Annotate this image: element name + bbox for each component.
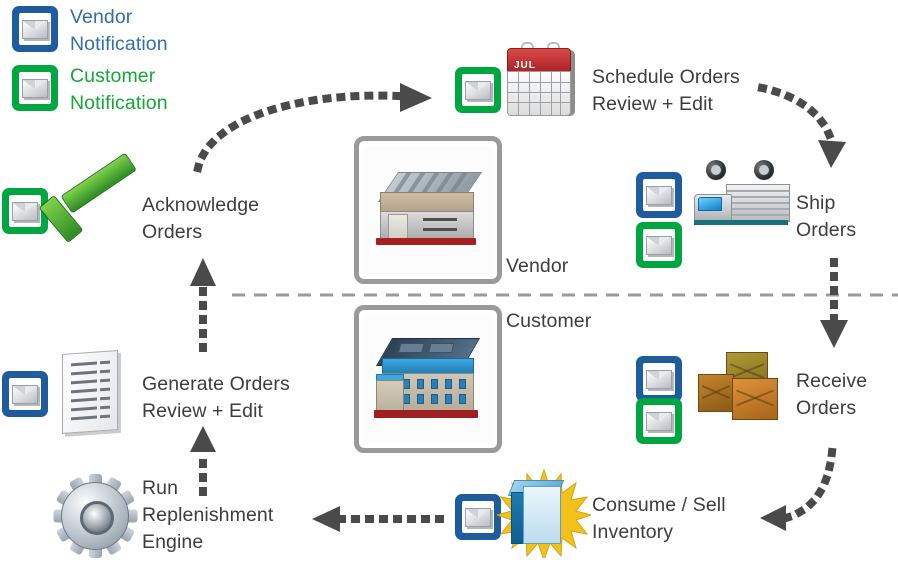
customer-facility-card xyxy=(354,305,502,453)
legend-item-vendor-notification xyxy=(12,6,58,52)
vendor-lane-label: Vendor xyxy=(506,255,569,277)
arrowhead-schedule-to-ship xyxy=(818,140,846,168)
envelope-icon xyxy=(22,78,48,98)
warehouse-icon xyxy=(374,170,483,250)
consume-inventory-blue-badge xyxy=(455,494,501,540)
envelope-icon xyxy=(646,369,672,389)
replenishment-cycle-diagram: Vendor Notification Customer Notificatio… xyxy=(0,0,898,572)
receive-orders-green-badge xyxy=(636,398,682,444)
legend-label-customer-notification: Customer Notification xyxy=(70,65,168,114)
generate-orders-blue-badge xyxy=(2,371,48,417)
replenishment-engine-label: Run Replenishment Engine xyxy=(142,477,274,553)
arrowhead-ship-to-receive xyxy=(820,320,848,348)
customer-lane-label: Customer xyxy=(506,310,592,332)
envelope-icon xyxy=(12,201,38,221)
envelope-icon xyxy=(646,185,672,205)
connector-schedule-to-ship xyxy=(757,83,836,145)
acknowledge-orders-label: Acknowledge Orders xyxy=(142,194,260,243)
arrowhead-replenishment-to-generate xyxy=(190,426,216,452)
office-building-icon xyxy=(374,336,482,422)
crate-right xyxy=(732,378,778,420)
vendor-notification-badge xyxy=(12,6,58,52)
envelope-icon xyxy=(22,19,48,39)
receive-orders-blue-badge xyxy=(636,356,682,402)
ship-orders-label: Ship Orders xyxy=(796,192,857,241)
consume-inventory-label: Consume / Sell Inventory xyxy=(592,494,726,543)
envelope-icon xyxy=(465,80,491,100)
legend-item-customer-notification xyxy=(12,65,58,111)
connector-receive-to-consume xyxy=(780,447,837,524)
arrowhead-generate-to-acknowledge xyxy=(190,258,216,286)
arrowhead-acknowledge-to-schedule xyxy=(400,83,432,112)
customer-notification-badge xyxy=(12,65,58,111)
schedule-orders-green-badge xyxy=(455,67,501,113)
schedule-orders-label: Schedule Orders Review + Edit xyxy=(592,66,740,115)
calendar-month-label: JUL xyxy=(514,60,536,71)
envelope-icon xyxy=(465,507,491,527)
legend-label-vendor-notification: Vendor Notification xyxy=(70,6,168,55)
envelope-icon xyxy=(12,384,38,404)
receive-orders-label: Receive Orders xyxy=(796,370,868,419)
vendor-facility-card xyxy=(354,136,502,284)
generate-orders-label: Generate Orders Review + Edit xyxy=(142,373,290,422)
envelope-icon xyxy=(646,235,672,255)
ship-orders-green-badge xyxy=(636,222,682,268)
ship-orders-blue-badge xyxy=(636,172,682,218)
arrowhead-receive-to-consume xyxy=(760,505,786,531)
arrowhead-consume-to-replenishment xyxy=(312,506,340,532)
crate-left xyxy=(698,374,734,412)
envelope-icon xyxy=(646,411,672,431)
